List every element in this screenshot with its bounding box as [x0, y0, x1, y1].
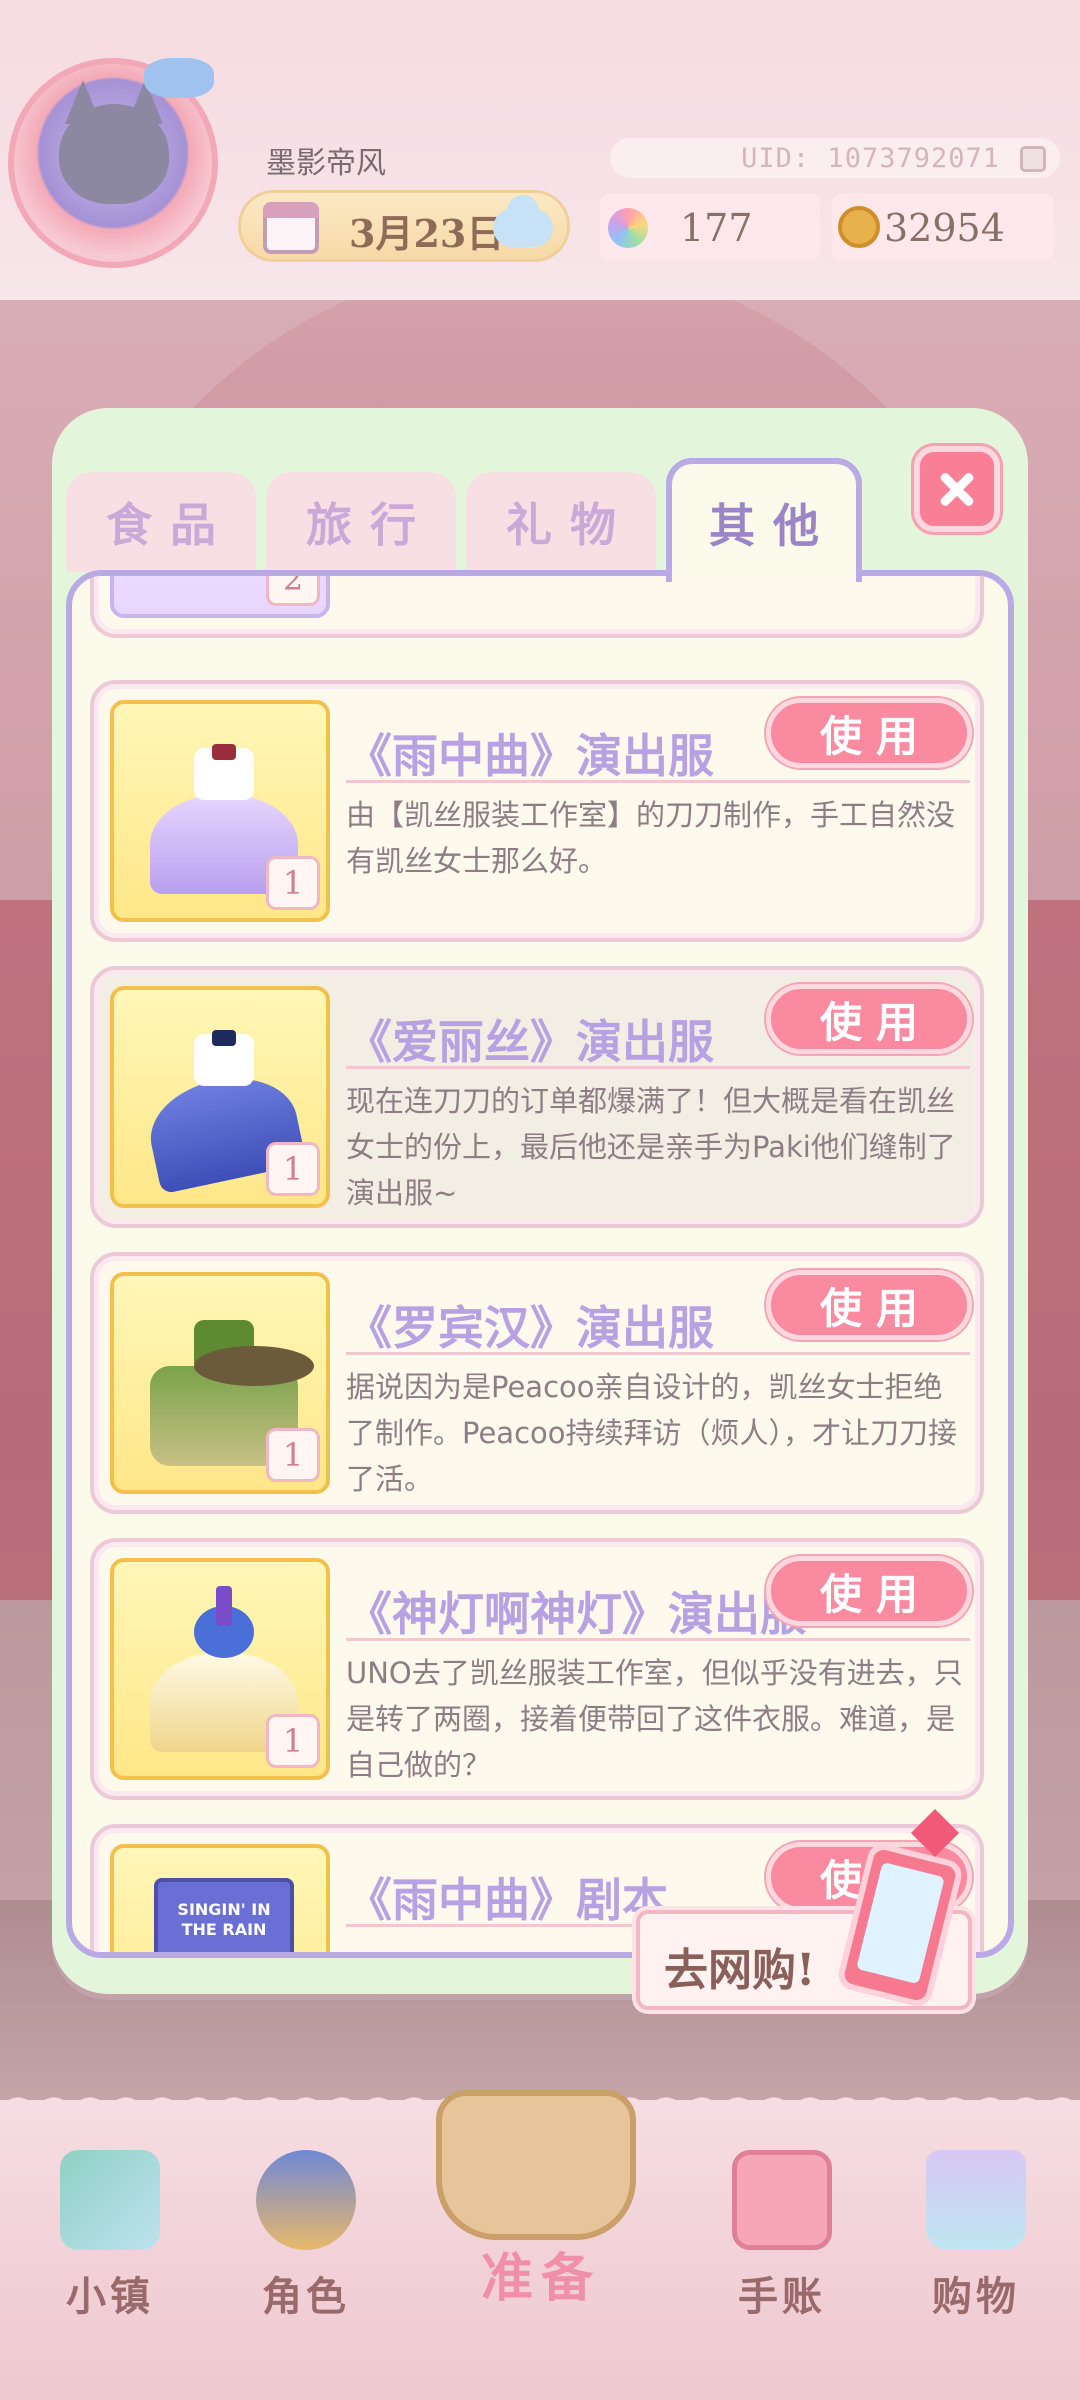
online-shop-button[interactable]: 去网购! [636, 1808, 972, 2010]
shop-button-label: 去网购! [664, 1945, 816, 1996]
item-thumbnail: 1 [110, 986, 330, 1208]
item-list-scroll[interactable]: 2 1 《雨中曲》演出服 使用 由【凯丝服装工作室】的刀刀制作，手工自然没有凯丝… [72, 576, 1008, 1952]
script-book-icon: SINGIN' IN THE RAIN [154, 1878, 294, 1952]
list-item: 1 《罗宾汉》演出服 使用 据说因为是Peacoo亲自设计的，凯丝女士拒绝了制作… [90, 1252, 984, 1514]
list-item: 1 《爱丽丝》演出服 使用 现在连刀刀的订单都爆满了！但大概是看在凯丝女士的份上… [90, 966, 984, 1228]
flower-currency[interactable]: 177 [600, 194, 820, 260]
shopping-bag-icon [926, 2150, 1026, 2250]
use-button[interactable]: 使用 [766, 1556, 972, 1626]
item-description: 现在连刀刀的订单都爆满了！但大概是看在凯丝女士的份上，最后他还是亲手为Paki他… [346, 1084, 956, 1210]
date-text: 3月23日 [349, 211, 505, 256]
uid-text: UID: 1073792071 [741, 142, 1000, 174]
notebook-icon [732, 2150, 832, 2250]
list-item: 1 《雨中曲》演出服 使用 由【凯丝服装工作室】的刀刀制作，手工自然没有凯丝女士… [90, 680, 984, 942]
use-button[interactable]: 使用 [766, 984, 972, 1054]
cloud-icon [493, 195, 553, 247]
item-thumbnail: SINGIN' IN THE RAIN 1 [110, 1844, 330, 1952]
divider [346, 1638, 970, 1641]
tab-other[interactable]: 其他 [666, 458, 862, 582]
item-quantity: 1 [266, 1714, 320, 1768]
item-list[interactable]: 2 1 《雨中曲》演出服 使用 由【凯丝服装工作室】的刀刀制作，手工自然没有凯丝… [66, 570, 1014, 1958]
close-button[interactable] [914, 446, 1000, 532]
tab-gift[interactable]: 礼物 [466, 472, 656, 572]
divider [346, 1352, 970, 1355]
calendar-icon [263, 202, 319, 254]
tab-travel[interactable]: 旅行 [266, 472, 456, 572]
item-description: 由【凯丝服装工作室】的刀刀制作，手工自然没有凯丝女士那么好。 [346, 798, 956, 878]
coin-count: 32954 [884, 206, 1005, 250]
item-quantity: 1 [266, 856, 320, 910]
coin-icon [838, 206, 880, 248]
cat-avatar-icon [59, 104, 169, 204]
item-thumbnail: 1 [110, 1558, 330, 1780]
item-description: 据说因为是Peacoo亲自设计的，凯丝女士拒绝了制作。Peacoo持续拜访（烦人… [346, 1370, 957, 1496]
nav-label: 购物 [932, 2273, 1020, 2320]
date-pill[interactable]: 3月23日 [238, 190, 570, 262]
username: 墨影帝风 [266, 146, 386, 181]
item-title: 《雨中曲》剧本 [346, 1873, 668, 1927]
item-description: UNO去了凯丝服装工作室，但似乎没有进去，只是转了两圈，接着便带回了这件衣服。难… [346, 1656, 963, 1782]
item-title: 《罗宾汉》演出服 [346, 1301, 714, 1355]
book-cover-text: SINGIN' IN THE RAIN [177, 1900, 271, 1939]
nav-item-character[interactable]: 角色 [226, 2140, 376, 2320]
character-icon [256, 2150, 356, 2250]
item-title: 《雨中曲》演出服 [346, 729, 714, 783]
nav-label: 角色 [262, 2273, 350, 2320]
nav-label: 手账 [738, 2273, 826, 2320]
item-thumbnail: 1 [110, 700, 330, 922]
nav-label: 准备 [480, 2248, 601, 2309]
item-thumbnail: 2 [110, 576, 330, 618]
coin-currency[interactable]: 32954 [832, 194, 1054, 260]
item-quantity: 1 [266, 1142, 320, 1196]
category-tabs: 食品 旅行 礼物 其他 [66, 458, 866, 582]
flower-count: 177 [680, 206, 753, 250]
divider [346, 780, 970, 783]
nav-item-prepare[interactable]: 准备 [396, 2070, 686, 2310]
use-button[interactable]: 使用 [766, 698, 972, 768]
item-title: 《爱丽丝》演出服 [346, 1015, 714, 1069]
top-header: 墨影帝风 UID: 1073792071 3月23日 177 32954 [0, 0, 1080, 300]
nav-item-shopping[interactable]: 购物 [896, 2140, 1046, 2320]
nav-item-town[interactable]: 小镇 [30, 2140, 180, 2320]
nav-item-notebook[interactable]: 手账 [702, 2140, 852, 2320]
nav-label: 小镇 [66, 2273, 154, 2320]
map-icon [60, 2150, 160, 2250]
item-title: 《神灯啊神灯》演出服 [346, 1587, 806, 1641]
item-thumbnail: 1 [110, 1272, 330, 1494]
divider [346, 1066, 970, 1069]
basket-icon [436, 2090, 636, 2240]
avatar[interactable] [8, 58, 218, 268]
uid-display: UID: 1073792071 [610, 138, 1060, 178]
tab-food[interactable]: 食品 [66, 472, 256, 572]
item-quantity: 1 [266, 1428, 320, 1482]
copy-icon[interactable] [1020, 146, 1046, 172]
use-button[interactable]: 使用 [766, 1270, 972, 1340]
list-item: 1 《神灯啊神灯》演出服 使用 UNO去了凯丝服装工作室，但似乎没有进去，只是转… [90, 1538, 984, 1800]
bow-icon [144, 58, 214, 98]
flower-icon [608, 208, 648, 248]
item-quantity: 2 [266, 576, 320, 606]
